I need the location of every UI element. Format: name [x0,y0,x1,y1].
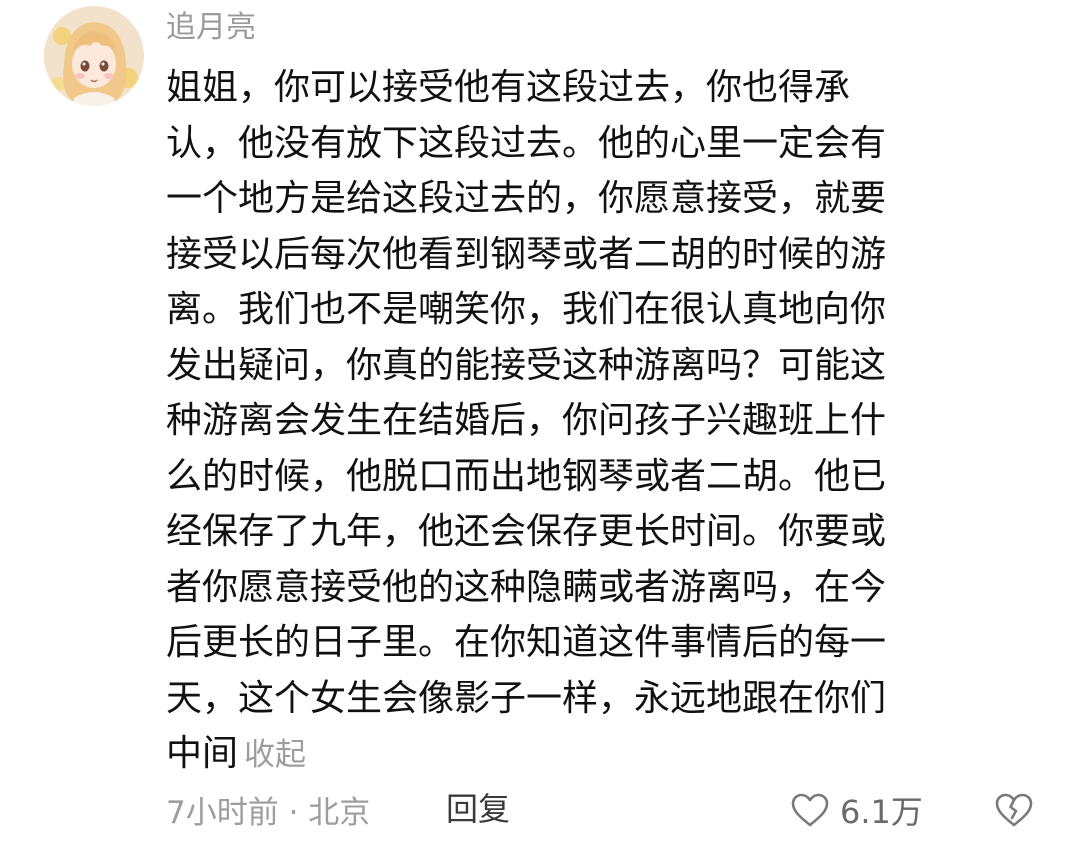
comment-line: 么的时候，他脱口而出地钢琴或者二胡。他已 [166,455,887,497]
reply-button[interactable]: 回复 [446,786,510,832]
comment-line: 种游离会发生在结婚后，你问孩子兴趣班上什 [166,400,887,441]
like-button[interactable]: 6.1万 [790,788,923,832]
collapse-button[interactable]: 收起 [244,737,306,773]
comment-text: 姐姐，你可以接受他有这段过去，你也得承 认，他没有放下这段过去。他的心里一定会有… [166,60,1026,782]
comment-meta: 7小时前 · 北京 [166,794,371,831]
anime-girl-avatar [44,6,144,106]
comment-line: 接受以后每次他看到钢琴或者二胡的时候的游 [166,233,887,275]
broken-heart-outline-icon [995,793,1033,827]
avatar[interactable] [44,6,144,106]
comment-line: 一个地方是给这段过去的，你愿意接受，就要 [166,178,887,219]
comment-line: 中间 [166,733,239,774]
comment-line: 后更长的日子里。在你知道这件事情后的每一 [166,622,887,663]
comment-line: 经保存了九年，他还会保存更长时间。你要或 [166,511,887,552]
comment-line: 天，这个女生会像影子一样，永远地跟在你们 [166,677,887,719]
comment-line: 发出疑问，你真的能接受这种游离吗？可能这 [166,344,887,386]
comment-last-line: 中间 收起 [166,726,1026,782]
heart-outline-icon [791,793,829,827]
comment-line: 离。我们也不是嘲笑你，我们在很认真地向你 [166,289,887,330]
comment-author[interactable]: 追月亮 [166,8,256,48]
comment-line: 姐姐，你可以接受他有这段过去，你也得承 [166,67,851,108]
dislike-button[interactable] [994,790,1034,830]
comment-line: 认，他没有放下这段过去。他的心里一定会有 [166,122,887,164]
comment-line: 者你愿意接受他的这种隐瞒或者游离吗，在今 [166,566,887,608]
like-count: 6.1万 [840,793,923,831]
